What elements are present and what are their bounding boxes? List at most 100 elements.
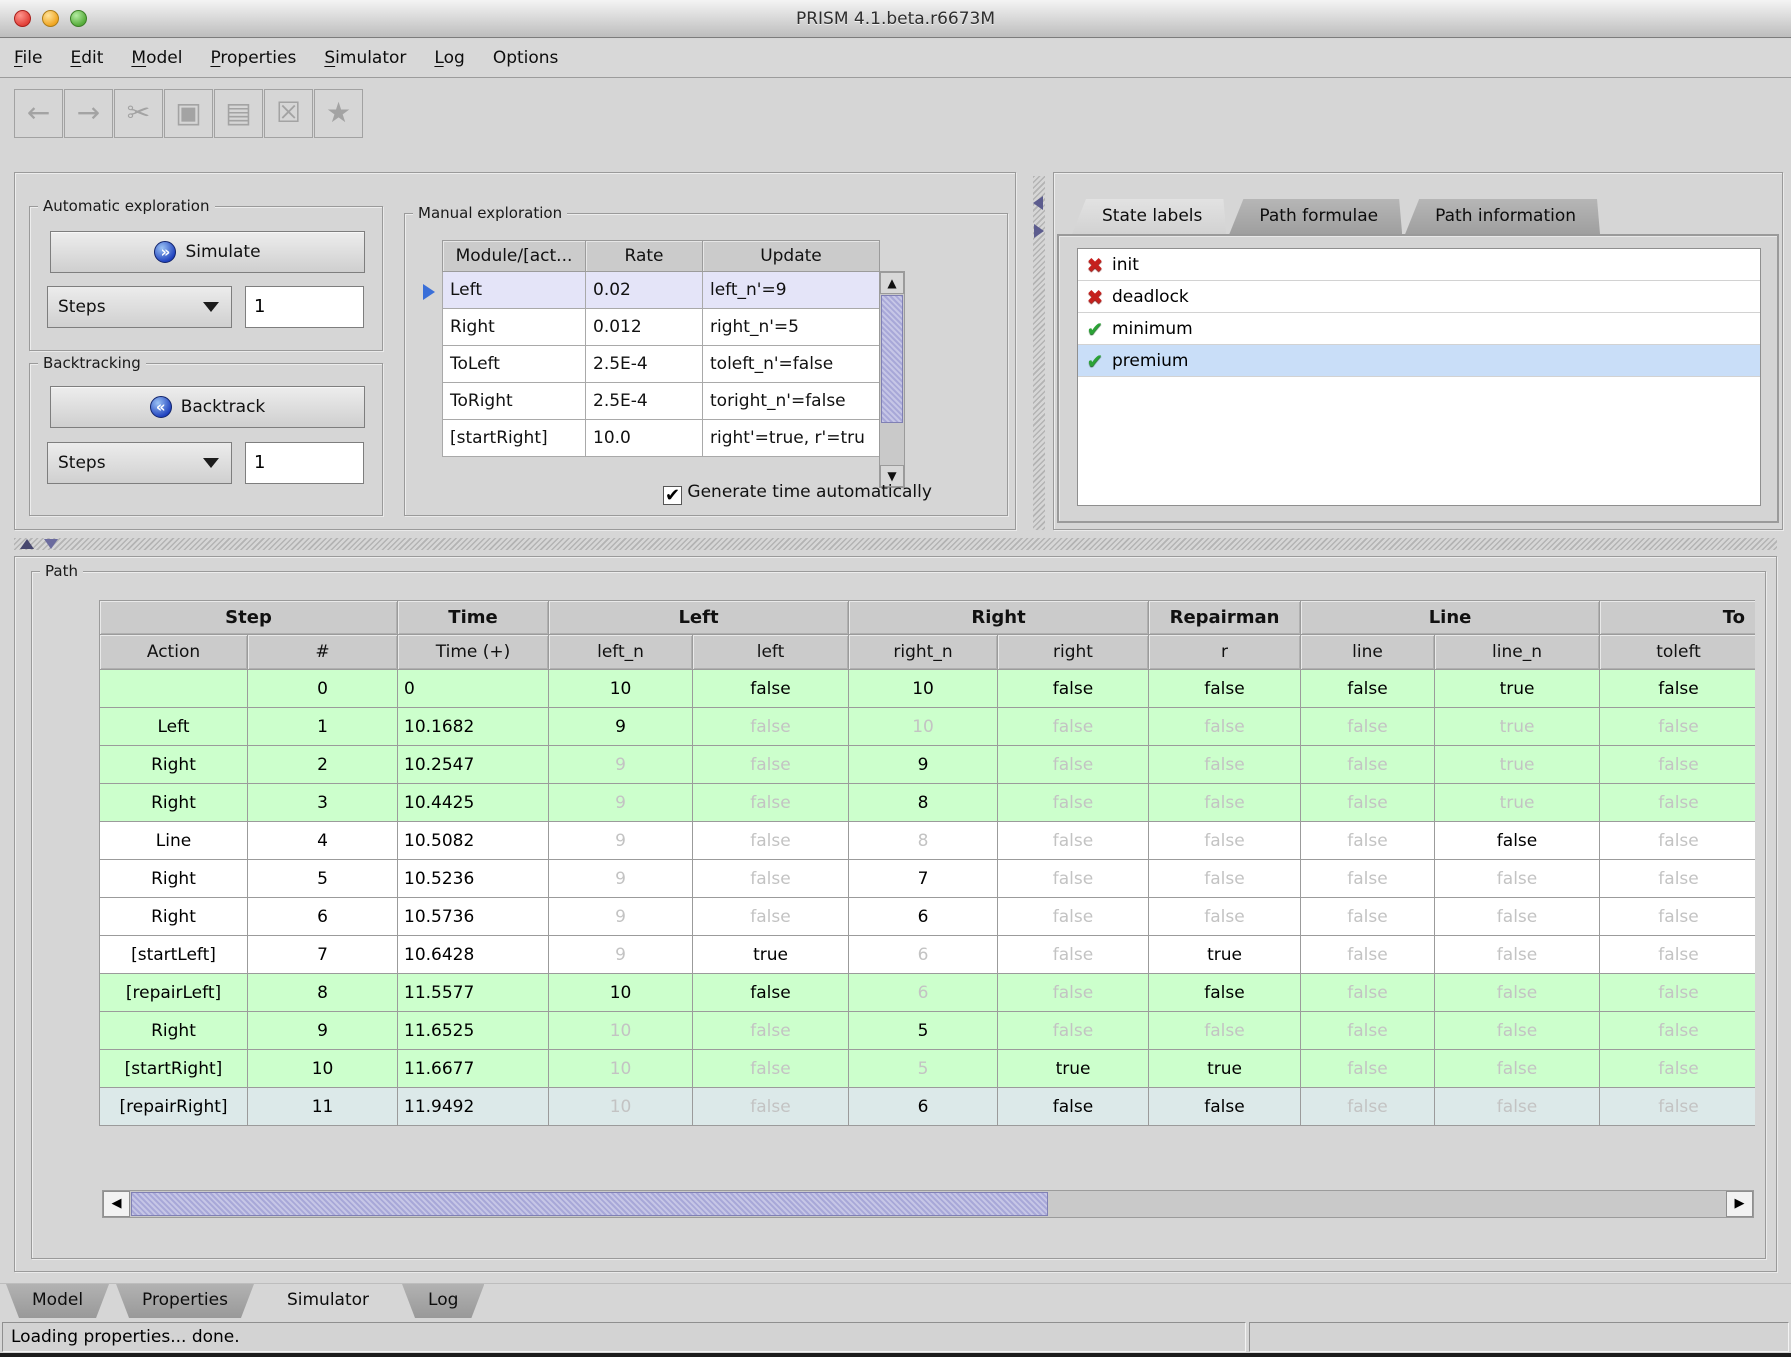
path-cell-right[interactable]: false xyxy=(998,822,1149,860)
path-cell-time[interactable]: 10.2547 xyxy=(398,746,549,784)
backtrack-button[interactable]: «Backtrack xyxy=(50,386,365,428)
state-label-item-minimum[interactable]: ✔minimum xyxy=(1078,313,1760,345)
path-cell-action[interactable]: [repairLeft] xyxy=(100,974,248,1012)
path-cell-r[interactable]: false xyxy=(1149,1012,1301,1050)
path-row-5[interactable]: Right510.52369false7falsefalsefalsefalse… xyxy=(100,860,1756,898)
path-cell-right-n[interactable]: 10 xyxy=(849,708,998,746)
path-cell-right[interactable]: false xyxy=(998,670,1149,708)
manual-col-module-act[interactable]: Module/[act... xyxy=(443,241,586,272)
path-cell-left-n[interactable]: 9 xyxy=(549,708,693,746)
path-cell-line-n[interactable]: false xyxy=(1435,1050,1600,1088)
path-cell-step[interactable]: 2 xyxy=(248,746,398,784)
path-cell-time[interactable]: 11.9492 xyxy=(398,1088,549,1126)
manual-cell[interactable]: toleft_n'=false xyxy=(703,346,880,383)
path-cell-toleft[interactable]: false xyxy=(1600,860,1755,898)
path-cell-left-n[interactable]: 9 xyxy=(549,860,693,898)
path-row-1[interactable]: Left110.16829false10falsefalsefalsetruef… xyxy=(100,708,1756,746)
path-cell-left[interactable]: false xyxy=(693,1050,849,1088)
path-cell-left-n[interactable]: 10 xyxy=(549,1050,693,1088)
path-cell-toleft[interactable]: false xyxy=(1600,936,1755,974)
path-cell-toleft[interactable]: false xyxy=(1600,1012,1755,1050)
manual-cell[interactable]: toright_n'=false xyxy=(703,383,880,420)
bottom-tab-properties[interactable]: Properties xyxy=(116,1284,254,1318)
manual-cell[interactable]: 0.012 xyxy=(586,309,703,346)
path-cell-left[interactable]: false xyxy=(693,1012,849,1050)
path-cell-left[interactable]: false xyxy=(693,822,849,860)
scrollbar-thumb[interactable] xyxy=(881,295,903,423)
path-row-8[interactable]: [repairLeft]811.557710false6falsefalsefa… xyxy=(100,974,1756,1012)
path-cell-left[interactable]: false xyxy=(693,746,849,784)
tab-path-information[interactable]: Path information xyxy=(1405,199,1600,234)
path-cell-toleft[interactable]: false xyxy=(1600,670,1755,708)
path-cell-time[interactable]: 11.6677 xyxy=(398,1050,549,1088)
generate-time-checkbox[interactable]: ✔ xyxy=(663,486,682,505)
path-cell-right[interactable]: false xyxy=(998,898,1149,936)
path-cell-r[interactable]: false xyxy=(1149,784,1301,822)
path-cell-line[interactable]: false xyxy=(1301,974,1435,1012)
manual-cell[interactable]: 0.02 xyxy=(586,272,703,309)
path-cell-right-n[interactable]: 9 xyxy=(849,746,998,784)
path-cell-right[interactable]: false xyxy=(998,708,1149,746)
path-cell-line-n[interactable]: false xyxy=(1435,936,1600,974)
path-row-9[interactable]: Right911.652510false5falsefalsefalsefals… xyxy=(100,1012,1756,1050)
path-cell-right-n[interactable]: 5 xyxy=(849,1012,998,1050)
path-cell-left-n[interactable]: 10 xyxy=(549,1088,693,1126)
path-cell-left-n[interactable]: 9 xyxy=(549,784,693,822)
tab-state-labels[interactable]: State labels xyxy=(1072,199,1226,234)
path-cell-right-n[interactable]: 6 xyxy=(849,974,998,1012)
path-cell-step[interactable]: 7 xyxy=(248,936,398,974)
path-row-11[interactable]: [repairRight]1111.949210false6falsefalse… xyxy=(100,1088,1756,1126)
manual-cell[interactable]: 2.5E-4 xyxy=(586,346,703,383)
state-label-item-init[interactable]: ✖init xyxy=(1078,249,1760,281)
manual-table-scrollbar[interactable]: ▲ ▼ xyxy=(879,271,905,488)
tab-path-formulae[interactable]: Path formulae xyxy=(1229,199,1402,234)
path-cell-right-n[interactable]: 8 xyxy=(849,822,998,860)
path-cell-time[interactable]: 10.5736 xyxy=(398,898,549,936)
path-cell-left[interactable]: false xyxy=(693,860,849,898)
path-cell-right-n[interactable]: 5 xyxy=(849,1050,998,1088)
path-row-3[interactable]: Right310.44259false8falsefalsefalsetruef… xyxy=(100,784,1756,822)
menu-item-edit[interactable]: Edit xyxy=(70,39,103,77)
path-row-7[interactable]: [startLeft]710.64289true6falsetruefalsef… xyxy=(100,936,1756,974)
path-cell-step[interactable]: 6 xyxy=(248,898,398,936)
path-cell-line-n[interactable]: false xyxy=(1435,1012,1600,1050)
vertical-splitter[interactable] xyxy=(1033,176,1045,530)
path-cell-right[interactable]: false xyxy=(998,974,1149,1012)
path-cell-left[interactable]: false xyxy=(693,1088,849,1126)
path-cell-left-n[interactable]: 10 xyxy=(549,974,693,1012)
path-cell-toleft[interactable]: false xyxy=(1600,898,1755,936)
path-cell-time[interactable]: 10.6428 xyxy=(398,936,549,974)
manual-cell[interactable]: Left xyxy=(443,272,586,309)
bottom-tab-log[interactable]: Log xyxy=(402,1284,484,1318)
cut-button[interactable]: ✂ xyxy=(114,89,163,138)
state-label-item-deadlock[interactable]: ✖deadlock xyxy=(1078,281,1760,313)
path-cell-left-n[interactable]: 10 xyxy=(549,1012,693,1050)
paste-button[interactable]: ▤ xyxy=(214,89,263,138)
path-scrollbar[interactable]: ◀ ▶ xyxy=(102,1190,1754,1218)
path-cell-right-n[interactable]: 8 xyxy=(849,784,998,822)
path-cell-r[interactable]: true xyxy=(1149,1050,1301,1088)
path-cell-step[interactable]: 10 xyxy=(248,1050,398,1088)
star-button[interactable]: ★ xyxy=(314,89,363,138)
path-cell-action[interactable]: [repairRight] xyxy=(100,1088,248,1126)
path-cell-left-n[interactable]: 9 xyxy=(549,822,693,860)
path-cell-left[interactable]: true xyxy=(693,936,849,974)
path-cell-line-n[interactable]: false xyxy=(1435,898,1600,936)
path-cell-line-n[interactable]: true xyxy=(1435,670,1600,708)
path-cell-line[interactable]: false xyxy=(1301,784,1435,822)
path-cell-right-n[interactable]: 10 xyxy=(849,670,998,708)
path-cell-time[interactable]: 10.5236 xyxy=(398,860,549,898)
path-cell-right[interactable]: true xyxy=(998,1050,1149,1088)
path-cell-action[interactable]: Right xyxy=(100,784,248,822)
path-cell-step[interactable]: 9 xyxy=(248,1012,398,1050)
path-cell-toleft[interactable]: false xyxy=(1600,708,1755,746)
path-cell-time[interactable]: 10.1682 xyxy=(398,708,549,746)
path-row-6[interactable]: Right610.57369false6falsefalsefalsefalse… xyxy=(100,898,1756,936)
path-cell-line-n[interactable]: false xyxy=(1435,860,1600,898)
manual-cell[interactable]: Right xyxy=(443,309,586,346)
path-cell-line[interactable]: false xyxy=(1301,746,1435,784)
path-cell-action[interactable]: Line xyxy=(100,822,248,860)
path-cell-line-n[interactable]: false xyxy=(1435,1088,1600,1126)
path-cell-time[interactable]: 0 xyxy=(398,670,549,708)
path-cell-right[interactable]: false xyxy=(998,784,1149,822)
